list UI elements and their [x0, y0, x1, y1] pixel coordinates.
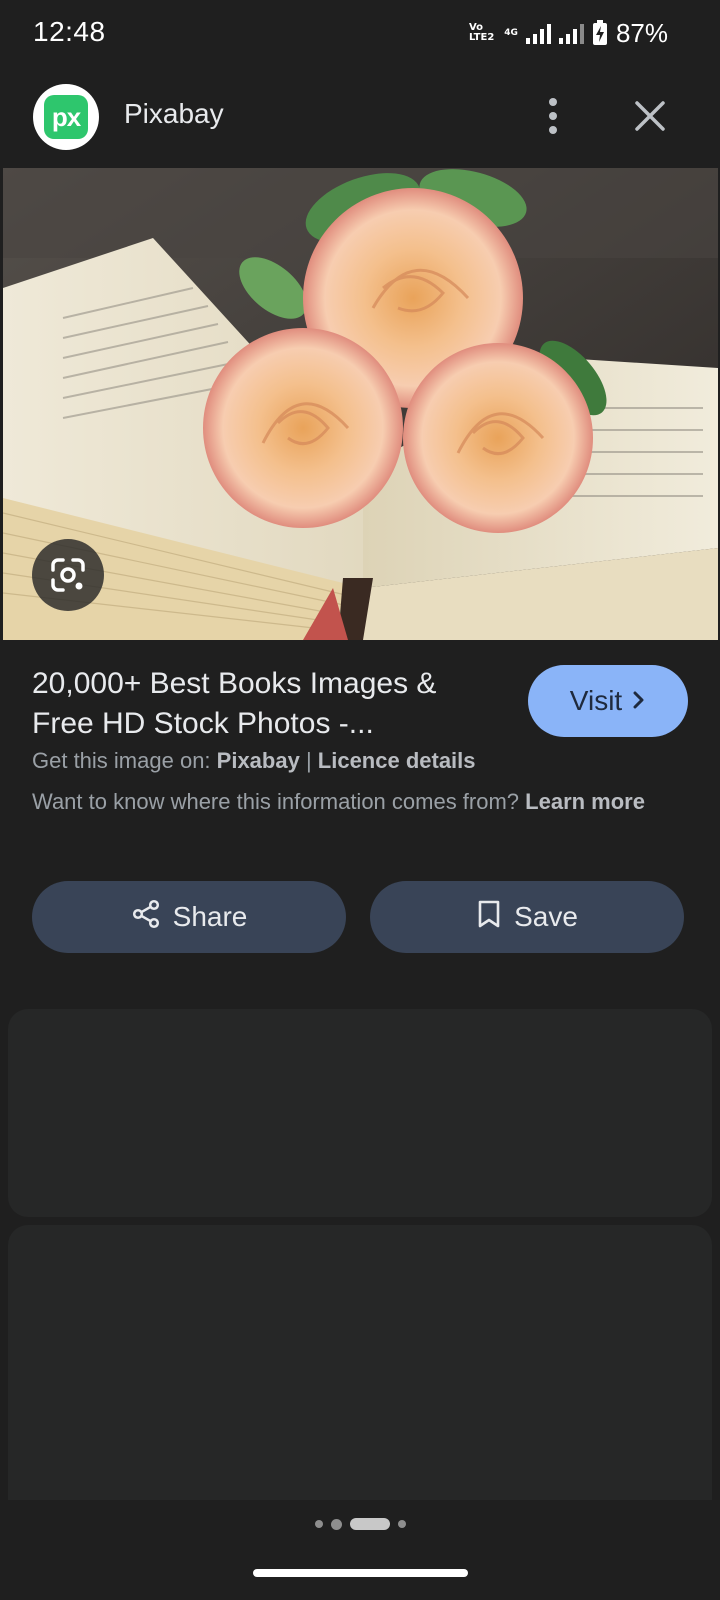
chevron-right-icon — [632, 685, 646, 717]
bookmark-icon — [476, 899, 502, 936]
volte-icon: Vo LTE2 — [469, 23, 494, 43]
info-line: Want to know where this information come… — [32, 786, 692, 818]
pixabay-logo-mark: px — [44, 95, 88, 139]
google-lens-icon[interactable] — [32, 539, 104, 611]
licence-details-link[interactable]: Licence details — [318, 748, 476, 773]
battery-charging-icon — [592, 20, 608, 46]
signal-1-icon — [525, 22, 551, 44]
page-dot — [397, 1520, 406, 1528]
page-dot — [314, 1520, 323, 1528]
status-icons: Vo LTE2 4G 87% — [469, 18, 668, 48]
site-name[interactable]: Pixabay — [124, 98, 224, 130]
source-header: px Pixabay — [0, 66, 720, 166]
loading-card — [8, 1009, 712, 1217]
loading-card — [8, 1225, 712, 1525]
save-button[interactable]: Save — [370, 881, 684, 953]
source-separator: | — [299, 748, 318, 773]
signal-2-icon — [558, 22, 584, 44]
volte-bottom-label: LTE2 — [468, 32, 495, 43]
source-link[interactable]: Pixabay — [217, 748, 300, 773]
more-vert-icon[interactable] — [538, 96, 568, 136]
network-type-icon: 4G — [504, 27, 518, 38]
close-icon[interactable] — [632, 98, 668, 134]
gesture-nav-handle[interactable] — [253, 1569, 468, 1577]
info-text: Want to know where this information come… — [32, 789, 526, 814]
battery-percent: 87% — [615, 17, 668, 48]
status-bar: 12:48 Vo LTE2 4G 87% — [0, 0, 720, 66]
save-label: Save — [514, 901, 578, 932]
visit-label: Visit — [569, 685, 623, 716]
bottom-bar — [0, 1500, 720, 1600]
result-image[interactable] — [3, 168, 718, 640]
source-prefix: Get this image on: — [32, 748, 217, 773]
result-title[interactable]: 20,000+ Best Books Images & Free HD Stoc… — [32, 664, 502, 744]
page-indicator — [0, 1518, 720, 1530]
status-time: 12:48 — [33, 16, 106, 47]
share-label: Share — [172, 901, 248, 932]
page-dot-active — [349, 1518, 390, 1530]
network-label: 4G — [504, 27, 518, 38]
source-line: Get this image on: Pixabay | Licence det… — [32, 748, 476, 774]
share-icon — [131, 899, 161, 936]
learn-more-link[interactable]: Learn more — [525, 789, 645, 814]
pixabay-logo[interactable]: px — [33, 84, 99, 150]
visit-button[interactable]: Visit — [528, 665, 688, 737]
share-button[interactable]: Share — [32, 881, 346, 953]
page-dot — [330, 1518, 342, 1530]
